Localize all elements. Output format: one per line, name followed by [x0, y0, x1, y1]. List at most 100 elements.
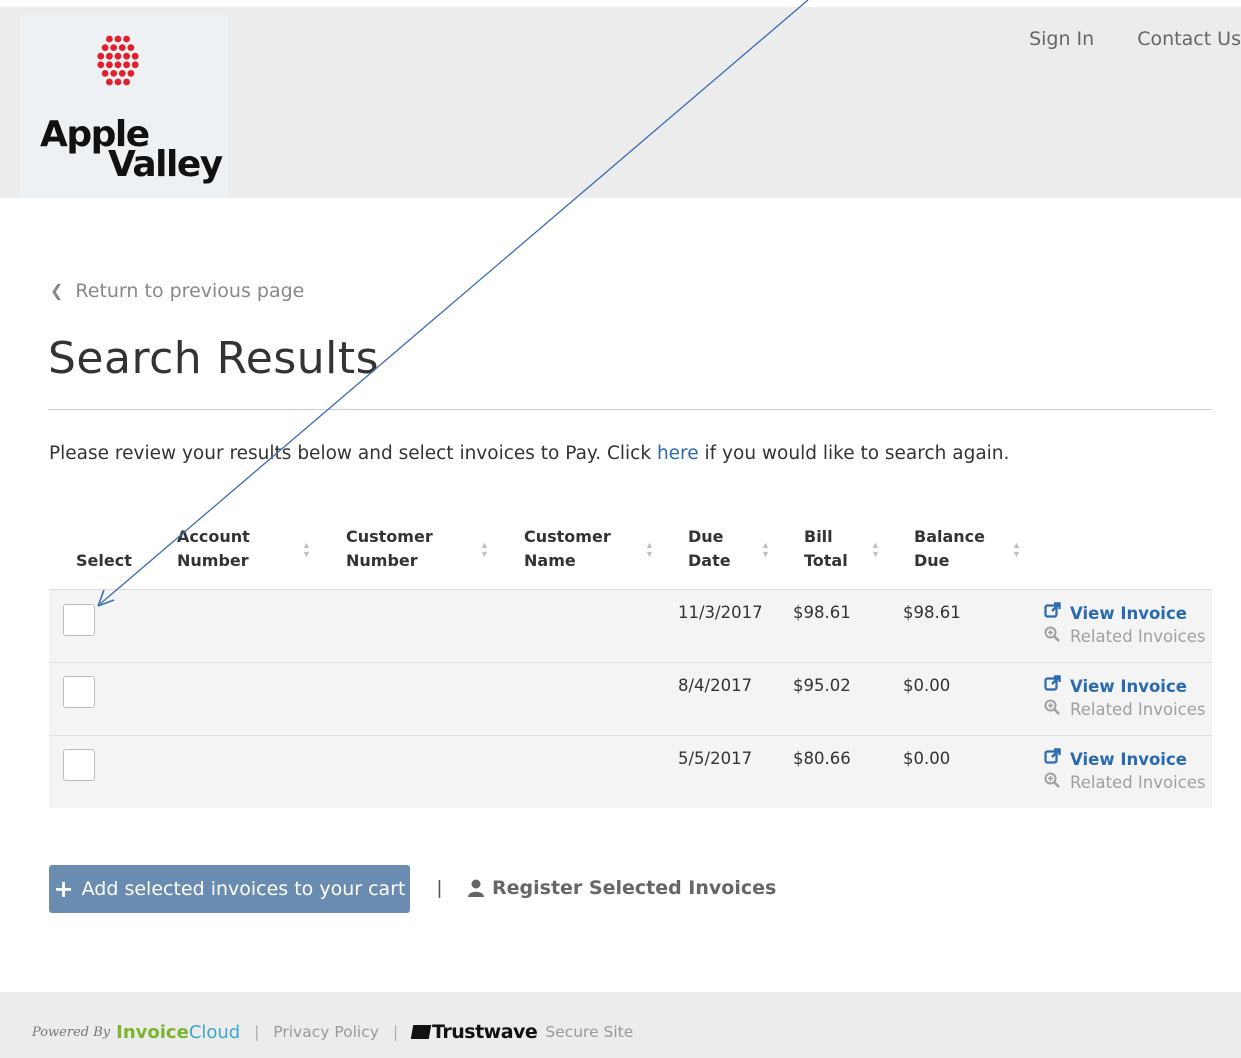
page-title: Search Results: [48, 333, 380, 384]
logo-dot: [123, 78, 130, 86]
due-date-cell: 5/5/2017: [678, 749, 753, 768]
logo-dot: [106, 52, 113, 60]
due-date-cell: 11/3/2017: [678, 603, 763, 622]
bill-total-cell: $80.66: [793, 749, 851, 768]
balance-due-cell: $98.61: [903, 603, 961, 622]
sort-icon[interactable]: ▲ ▼: [761, 541, 770, 559]
register-invoices-label: Register Selected Invoices: [492, 877, 777, 899]
related-invoices-label: Related Invoices: [1070, 700, 1206, 719]
footer-links: Powered By InvoiceCloud | Privacy Policy…: [32, 1021, 633, 1043]
balance-due-cell: $0.00: [903, 749, 951, 768]
invoicecloud-logo[interactable]: InvoiceCloud: [116, 1022, 240, 1043]
bill-total-cell: $98.61: [793, 603, 851, 622]
logo-dot: [123, 52, 130, 60]
magnifier-icon: [1043, 698, 1061, 722]
row-select-checkbox[interactable]: [63, 749, 95, 781]
return-link[interactable]: ❮ Return to previous page: [50, 280, 304, 302]
header-customer-number[interactable]: Customer Number: [346, 525, 433, 573]
table-row: 8/4/2017 $95.02 $0.00 View Invoice Relat…: [49, 662, 1212, 735]
row-select-checkbox[interactable]: [63, 676, 95, 708]
logo-dot: [114, 52, 122, 60]
add-to-cart-label: Add selected invoices to your cart: [81, 878, 406, 900]
header-due-date-line2: Date: [688, 551, 731, 570]
powered-by-text: Powered By: [32, 1024, 111, 1040]
logo-wordmark: Apple Valley: [40, 117, 223, 185]
logo-dot: [114, 35, 122, 43]
logo-dot: [101, 44, 109, 51]
external-link-icon: [1043, 675, 1061, 698]
logo-dot: [97, 52, 105, 60]
magnifier-icon: [1043, 771, 1061, 795]
logo-dot: [106, 35, 113, 43]
external-link-icon: [1043, 602, 1061, 625]
action-separator: |: [437, 878, 442, 899]
header-select: Select: [76, 551, 132, 570]
view-invoice-link[interactable]: View Invoice: [1043, 602, 1206, 625]
related-invoices-label: Related Invoices: [1070, 627, 1206, 646]
logo-dot: [101, 70, 109, 77]
header-due-date[interactable]: Due Date: [688, 525, 731, 573]
sort-icon[interactable]: ▲ ▼: [480, 541, 489, 559]
sort-icon[interactable]: ▲ ▼: [871, 541, 880, 559]
register-invoices-link[interactable]: Register Selected Invoices: [466, 876, 776, 900]
magnifier-icon: [1043, 625, 1061, 649]
header-customer-number-line1: Customer: [346, 527, 433, 546]
sort-icon[interactable]: ▲ ▼: [645, 541, 654, 559]
view-invoice-label: View Invoice: [1070, 749, 1187, 769]
instructions-before: Please review your results below and sel…: [49, 443, 657, 464]
logo-dot: [131, 52, 139, 60]
table-body: 11/3/2017 $98.61 $98.61 View Invoice Rel…: [49, 590, 1212, 808]
return-link-label: Return to previous page: [75, 280, 305, 302]
bill-total-cell: $95.02: [793, 676, 851, 695]
plus-icon: +: [53, 875, 74, 903]
view-invoice-link[interactable]: View Invoice: [1043, 675, 1206, 698]
related-invoices-link[interactable]: Related Invoices: [1043, 771, 1206, 795]
title-divider: [48, 409, 1212, 410]
view-invoice-label: View Invoice: [1070, 603, 1187, 623]
header-bill-total[interactable]: Bill Total: [804, 525, 848, 573]
user-icon: [466, 878, 486, 898]
secure-site-text: Secure Site: [545, 1023, 634, 1041]
row-select-checkbox[interactable]: [63, 604, 95, 636]
invoicecloud-logo-bold: Invoice: [116, 1021, 189, 1043]
header-account-number-line1: Account: [177, 527, 250, 546]
sort-icon[interactable]: ▲ ▼: [1012, 541, 1021, 559]
header-due-date-line1: Due: [688, 527, 724, 546]
header-customer-name[interactable]: Customer Name: [524, 525, 611, 573]
logo-line2: Valley: [108, 144, 223, 185]
logo-dot: [123, 35, 130, 43]
logo-dot: [123, 61, 130, 69]
logo[interactable]: Apple Valley: [20, 15, 228, 198]
logo-dot: [110, 70, 118, 77]
logo-dot: [118, 70, 126, 77]
sort-icon[interactable]: ▲ ▼: [302, 541, 311, 559]
trustwave-label: Trustwave: [432, 1021, 538, 1043]
view-invoice-label: View Invoice: [1070, 676, 1187, 696]
instructions-text: Please review your results below and sel…: [49, 442, 1009, 466]
balance-due-cell: $0.00: [903, 676, 951, 695]
related-invoices-link[interactable]: Related Invoices: [1043, 625, 1206, 649]
trustwave-logo[interactable]: Trustwave: [410, 1021, 538, 1043]
table-row: 11/3/2017 $98.61 $98.61 View Invoice Rel…: [49, 590, 1212, 662]
header-bill-total-line2: Total: [804, 551, 848, 570]
header-bill-total-line1: Bill: [804, 527, 833, 546]
contact-us-link[interactable]: Contact Us: [1137, 27, 1241, 51]
search-again-link[interactable]: here: [657, 443, 699, 464]
privacy-policy-link[interactable]: Privacy Policy: [273, 1023, 379, 1041]
header-customer-name-line2: Name: [524, 551, 576, 570]
add-to-cart-button[interactable]: + Add selected invoices to your cart: [49, 865, 410, 913]
logo-dot: [114, 61, 122, 69]
related-invoices-label: Related Invoices: [1070, 773, 1206, 792]
logo-dot: [118, 44, 126, 51]
related-invoices-link[interactable]: Related Invoices: [1043, 698, 1206, 722]
sign-in-link[interactable]: Sign In: [1029, 27, 1094, 51]
header-customer-name-line1: Customer: [524, 527, 611, 546]
header-balance-due[interactable]: Balance Due: [914, 525, 985, 573]
invoicecloud-logo-light: Cloud: [188, 1021, 241, 1043]
header-customer-number-line2: Number: [346, 551, 418, 570]
header-balance-due-line2: Due: [914, 551, 950, 570]
logo-dot: [131, 61, 139, 69]
row-actions: View Invoice Related Invoices: [1043, 602, 1206, 649]
header-account-number[interactable]: Account Number: [177, 525, 250, 573]
view-invoice-link[interactable]: View Invoice: [1043, 748, 1206, 771]
